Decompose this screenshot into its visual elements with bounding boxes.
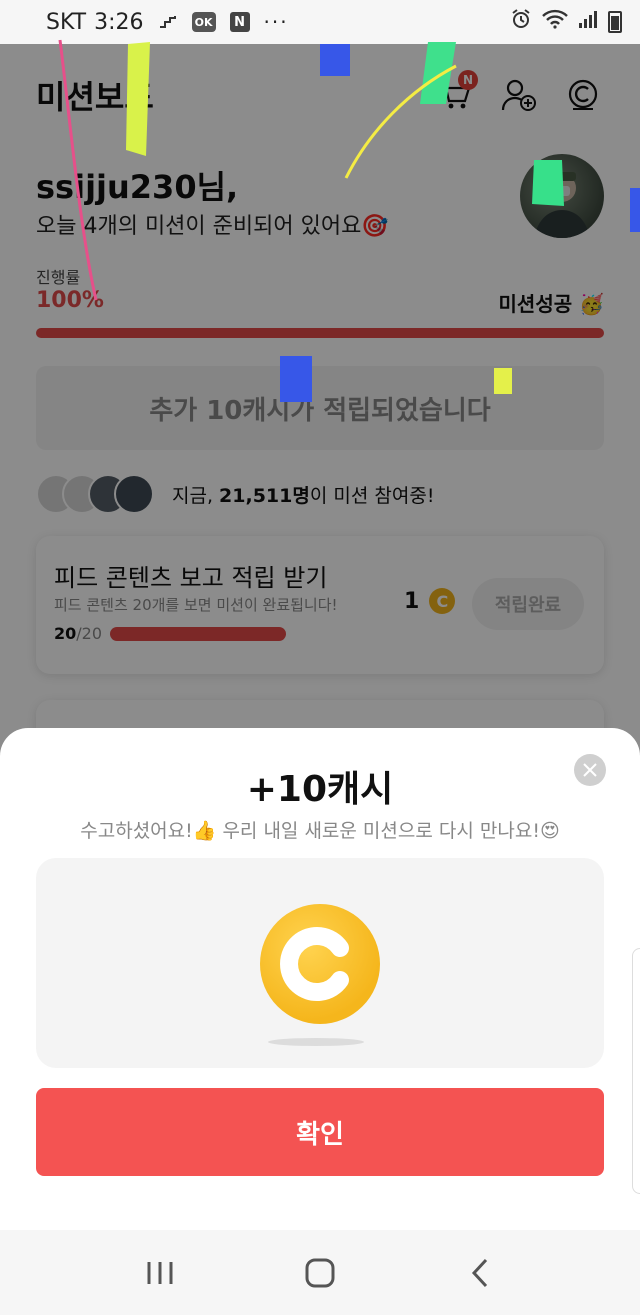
system-nav-bar <box>0 1230 640 1315</box>
reward-title: +10캐시 <box>246 769 394 810</box>
alarm-icon <box>510 8 532 36</box>
status-bar: SKT 3:26 OK N ··· <box>0 0 640 44</box>
close-icon <box>583 763 597 777</box>
cash-coin-icon <box>260 904 380 1024</box>
recent-apps-button[interactable] <box>130 1243 190 1303</box>
home-icon <box>305 1258 335 1287</box>
reward-message: 수고하셨어요!👍 우리 내일 새로운 미션으로 다시 만나요!😍 <box>80 820 560 842</box>
coin-panel <box>36 858 604 1068</box>
back-button[interactable] <box>450 1243 510 1303</box>
naver-icon: N <box>229 12 250 32</box>
signal-icon <box>578 9 598 35</box>
back-icon <box>471 1258 488 1287</box>
stairs-icon <box>158 14 178 30</box>
recent-apps-icon <box>147 1261 173 1284</box>
clock: 3:26 <box>94 9 144 35</box>
home-button[interactable] <box>290 1243 350 1303</box>
ok-app-icon: OK <box>191 12 216 32</box>
wifi-icon <box>542 9 568 35</box>
close-button[interactable] <box>574 754 606 786</box>
battery-icon <box>608 11 622 33</box>
carrier-label: SKT <box>46 9 87 35</box>
more-notifications-icon: ··· <box>263 10 289 34</box>
reward-bottom-sheet: +10캐시 수고하셨어요!👍 우리 내일 새로운 미션으로 다시 만나요!😍 확… <box>0 728 640 1230</box>
side-panel-handle[interactable] <box>632 948 640 1194</box>
confirm-button[interactable]: 확인 <box>36 1088 604 1176</box>
coin-shadow <box>268 1038 364 1046</box>
